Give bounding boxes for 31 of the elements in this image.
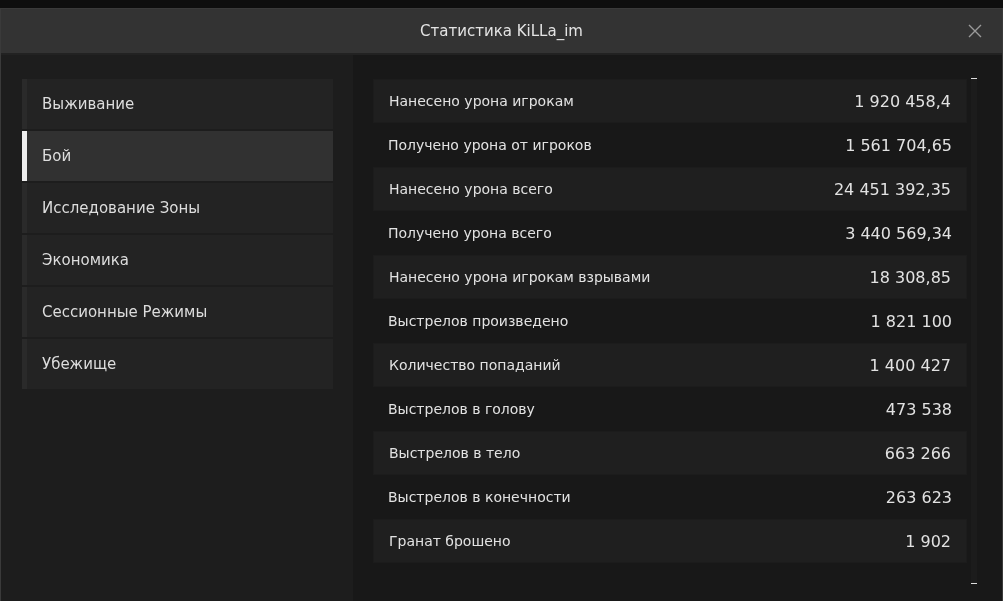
stat-label: Выстрелов в тело xyxy=(389,445,521,461)
stat-value: 3 440 569,34 xyxy=(845,223,952,243)
scrollbar[interactable] xyxy=(971,78,977,584)
stat-value: 1 821 100 xyxy=(870,311,952,331)
stat-value: 18 308,85 xyxy=(869,267,951,287)
stat-label: Нанесено урона игрокам xyxy=(389,93,574,109)
stat-value: 663 266 xyxy=(884,443,951,463)
stat-label: Нанесено урона игрокам взрывами xyxy=(389,269,651,285)
window-title: Статистика KiLLa_im xyxy=(420,22,583,40)
stat-value: 1 920 458,4 xyxy=(854,91,951,111)
close-icon[interactable] xyxy=(968,24,982,38)
stat-label: Получено урона от игроков xyxy=(388,137,592,153)
stat-label: Выстрелов в конечности xyxy=(388,489,571,505)
stat-value: 473 538 xyxy=(885,399,952,419)
stat-value: 1 400 427 xyxy=(869,355,951,375)
sidebar-item[interactable]: Экономика xyxy=(22,235,333,285)
stat-label: Выстрелов в голову xyxy=(388,401,535,417)
sidebar-item[interactable]: Бой xyxy=(22,131,333,181)
stat-label: Выстрелов произведено xyxy=(388,313,569,329)
stat-label: Получено урона всего xyxy=(388,225,552,241)
stat-value: 24 451 392,35 xyxy=(833,179,951,199)
sidebar-item[interactable]: Исследование Зоны xyxy=(22,183,333,233)
sidebar-item[interactable]: Выживание xyxy=(22,79,333,129)
stat-value: 1 902 xyxy=(905,531,951,551)
stat-label: Количество попаданий xyxy=(389,357,561,373)
sidebar-item[interactable]: Убежище xyxy=(22,339,333,389)
stat-label: Гранат брошено xyxy=(389,533,511,549)
stat-value: 1 561 704,65 xyxy=(845,135,952,155)
stat-label: Нанесено урона всего xyxy=(389,181,553,197)
sidebar-item[interactable]: Сессионные Режимы xyxy=(22,287,333,337)
stat-value: 263 623 xyxy=(885,487,952,507)
